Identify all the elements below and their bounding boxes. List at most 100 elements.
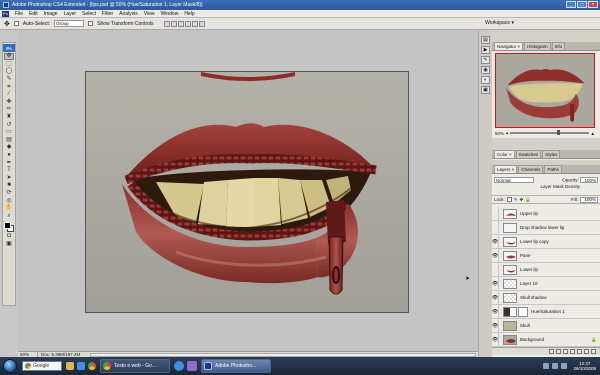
align-right-icon[interactable] [198,20,205,27]
layer-row-skull-shadow[interactable]: 👁 Skull shadow [492,290,600,305]
layer-name[interactable]: Layer 10 [520,281,538,286]
3d-rotate-tool-icon[interactable]: ⟳ [4,190,14,197]
layer-row-drop-shadow[interactable]: Drop shadow lower lip [492,220,600,235]
new-layer-icon[interactable] [584,349,589,354]
tab-color[interactable]: Color × [494,150,515,158]
eye-icon[interactable]: 👁 [492,290,499,305]
layer-name[interactable]: Lower lip [520,267,538,272]
horizontal-scrollbar[interactable] [90,352,476,357]
transform-controls-checkbox[interactable] [88,21,94,26]
dodge-tool-icon[interactable]: ● [4,152,14,159]
layer-name[interactable]: Lower lip copy [520,239,549,244]
layer-row-layer-10[interactable]: 👁 Layer 10 [492,276,600,291]
layer-row-skull[interactable]: 👁 Skull [492,318,600,333]
layer-row-upper-lip[interactable]: Upper lip [492,207,600,221]
link-layers-icon[interactable] [549,349,554,354]
menu-edit[interactable]: Edit [26,11,41,17]
layer-name[interactable]: Upper lip [520,211,538,216]
menu-window[interactable]: Window [158,11,182,17]
lasso-tool-icon[interactable]: ◯ [4,68,14,75]
network-icon[interactable] [543,363,550,369]
blend-mode-dropdown[interactable]: Normal [494,177,534,183]
trash-icon[interactable] [591,349,596,354]
new-group-icon[interactable] [577,349,582,354]
marquee-tool-icon[interactable]: ⬚ [4,61,14,68]
menu-file[interactable]: File [12,11,26,17]
volume-icon[interactable] [552,363,559,369]
visibility-toggle[interactable] [492,220,499,235]
image-canvas[interactable] [85,71,409,313]
taskbar-clock[interactable]: 12:47 26/10/2009 [573,361,596,371]
lock-all-icon[interactable]: 🔒 [525,197,531,203]
tab-navigator[interactable]: Navigator × [494,42,524,50]
eraser-tool-icon[interactable]: ▭ [4,129,14,136]
lock-transparency-icon[interactable] [506,197,512,202]
layer-style-icon[interactable] [556,349,561,354]
menu-select[interactable]: Select [79,11,99,17]
menu-image[interactable]: Image [41,11,61,17]
align-top-icon[interactable] [163,20,170,27]
add-mask-icon[interactable] [563,349,568,354]
3d-orbit-tool-icon[interactable]: ◎ [4,197,14,204]
menu-layer[interactable]: Layer [61,11,80,17]
masks-panel-icon[interactable]: ▣ [481,86,490,94]
media-player-icon[interactable] [77,362,85,370]
zoom-tool-icon[interactable]: ⌕ [4,212,14,219]
opacity-input[interactable]: 100% [580,177,598,183]
navigator-view-box[interactable] [495,53,595,128]
tab-styles[interactable]: Styles [542,150,561,158]
gradient-tool-icon[interactable]: ▤ [4,137,14,144]
align-center-icon[interactable] [191,20,198,27]
lock-position-icon[interactable]: ✥ [520,197,524,203]
adjustment-layer-icon[interactable] [570,349,575,354]
brushes-panel-icon[interactable]: ✎ [481,56,490,64]
hand-tool-icon[interactable]: ✋ [4,205,14,212]
path-select-tool-icon[interactable]: ➤ [4,175,14,182]
tab-swatches[interactable]: Swatches [515,150,542,158]
taskbar-chrome-window[interactable]: Testo e web - Go... [100,359,170,373]
maximize-button[interactable]: □ [577,1,587,8]
actions-panel-icon[interactable]: ▶ [481,46,490,54]
layer-name[interactable]: Skull shadow [520,295,547,300]
healing-brush-tool-icon[interactable]: ✚ [4,99,14,106]
workspace-menu[interactable]: Workspace ▾ [485,20,514,26]
layer-row-lower-lip-copy[interactable]: 👁 Lower lip copy [492,234,600,249]
brush-tool-icon[interactable]: ✏ [4,106,14,113]
visibility-toggle[interactable] [492,262,499,277]
blur-tool-icon[interactable]: ◆ [4,144,14,151]
align-left-icon[interactable] [184,20,191,27]
visibility-toggle[interactable] [492,207,499,221]
battery-icon[interactable] [561,363,568,369]
screen-mode-icon[interactable]: ▣ [4,241,14,248]
explorer-icon[interactable] [66,362,74,370]
layer-name[interactable]: Pane [520,253,531,258]
menu-analysis[interactable]: Analysis [116,11,141,17]
foreground-color-swatch[interactable] [4,222,11,230]
fill-input[interactable]: 100% [580,196,598,203]
layer-name[interactable]: Background [520,337,544,342]
eye-icon[interactable]: 👁 [492,318,499,333]
adjustments-panel-icon[interactable]: ◐ [481,76,490,84]
layer-name[interactable]: Skull [520,323,530,328]
layer-row-pane[interactable]: 👁 Pane [492,248,600,263]
layer-name[interactable]: Hue/Saturation 1 [531,309,565,314]
clone-source-panel-icon[interactable]: ◉ [481,66,490,74]
layer-name[interactable]: Drop shadow lower lip [520,225,564,230]
google-search-box[interactable]: Google [22,361,62,371]
eye-icon[interactable]: 👁 [492,276,499,291]
menu-help[interactable]: Help [181,11,197,17]
tab-channels[interactable]: Channels [518,165,544,173]
align-bottom-icon[interactable] [177,20,184,27]
menu-filter[interactable]: Filter [99,11,116,17]
quick-select-tool-icon[interactable]: ✎ [4,76,14,83]
minimize-button[interactable]: _ [566,1,576,8]
eye-icon[interactable]: 👁 [492,248,499,263]
crop-tool-icon[interactable]: ⌗ [4,83,14,90]
navigator-zoom-value[interactable]: 50% [495,131,504,136]
pen-tool-icon[interactable]: ✒ [4,159,14,166]
menu-view[interactable]: View [141,11,158,17]
navigator-zoom-slider[interactable] [510,130,589,136]
layer-row-hue-saturation[interactable]: 👁 Hue/Saturation 1 [492,304,600,319]
move-tool-preset-icon[interactable]: ✥ [4,20,10,28]
tab-info[interactable]: Info [551,42,566,50]
